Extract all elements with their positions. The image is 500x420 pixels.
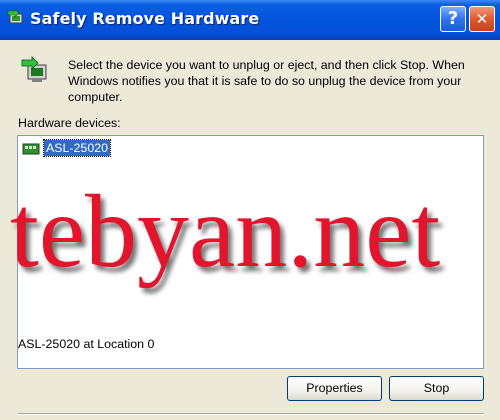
usb-device-icon [22,141,40,155]
divider [18,413,484,415]
hardware-eject-icon [20,55,50,85]
dialog-body: Select the device you want to unplug or … [0,40,500,420]
safely-remove-hardware-dialog: Safely Remove Hardware ? ✕ Select the de… [0,0,500,420]
hardware-devices-label: Hardware devices: [18,116,121,130]
device-label[interactable]: ASL-25020 [42,139,112,157]
window-title: Safely Remove Hardware [30,9,260,28]
instruction-text: Select the device you want to unplug or … [68,58,465,104]
watermark-text: tebyan.net [10,174,441,289]
device-location-text: ASL-25020 at Location 0 [18,337,155,351]
safely-remove-hardware-icon [6,8,26,28]
stop-button[interactable]: Stop [389,376,484,401]
title-bar[interactable]: Safely Remove Hardware ? ✕ [0,0,500,40]
properties-button[interactable]: Properties [287,376,382,401]
help-button[interactable]: ? [440,6,466,32]
close-button[interactable]: ✕ [469,6,495,32]
list-item[interactable]: ASL-25020 [22,139,112,157]
